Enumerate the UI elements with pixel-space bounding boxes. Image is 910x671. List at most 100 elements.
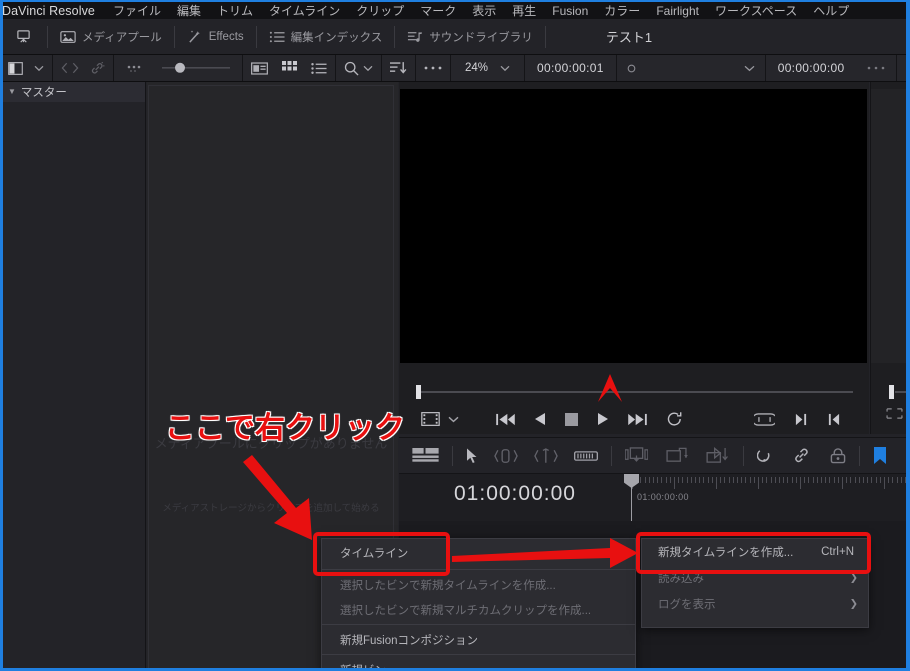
submenu-item-import[interactable]: 読み込み ❯ bbox=[642, 565, 868, 591]
trim-edit-mode-button[interactable] bbox=[494, 448, 518, 464]
angle-brackets-icon[interactable] bbox=[61, 62, 79, 74]
viewer-video-canvas[interactable] bbox=[400, 89, 867, 363]
chevron-down-icon[interactable]: ▼ bbox=[8, 88, 16, 96]
fit-window-button[interactable] bbox=[754, 412, 775, 426]
menu-item-edit[interactable]: 編集 bbox=[169, 2, 209, 19]
menu-item-timeline[interactable]: タイムライン bbox=[261, 2, 348, 19]
dot-icon bbox=[162, 62, 230, 74]
scrubber-handle[interactable] bbox=[416, 385, 421, 399]
effects-wand-icon bbox=[187, 29, 203, 44]
sort-icon bbox=[390, 61, 407, 75]
menu-item-fusion[interactable]: Fusion bbox=[544, 4, 596, 18]
home-button[interactable] bbox=[0, 19, 47, 55]
chevron-right-icon: ❯ bbox=[849, 598, 858, 610]
chevron-down-icon[interactable] bbox=[448, 416, 459, 423]
submenu-item-show-log[interactable]: ログを表示 ❯ bbox=[642, 591, 868, 617]
pool-more-options-button[interactable] bbox=[416, 55, 451, 81]
menu-separator bbox=[322, 569, 635, 570]
list-view-icon[interactable] bbox=[311, 62, 327, 75]
play-reverse-button[interactable] bbox=[534, 412, 546, 426]
viewer-zoom-level: 24% bbox=[465, 62, 489, 74]
menu-item-playback[interactable]: 再生 bbox=[504, 2, 544, 19]
timeline-view-options-button[interactable] bbox=[412, 448, 439, 463]
sound-library-button[interactable]: サウンドライブラリ bbox=[395, 19, 545, 55]
flag-button[interactable] bbox=[873, 446, 887, 465]
chevron-down-icon bbox=[500, 65, 510, 72]
pool-thumbnail-size-group bbox=[114, 55, 243, 81]
window-left-accent bbox=[0, 0, 3, 671]
context-menu-item-label: タイムライン bbox=[340, 548, 409, 560]
media-pool-icon bbox=[60, 30, 76, 44]
place-on-top-button[interactable] bbox=[706, 447, 730, 464]
jump-to-first-frame-button[interactable] bbox=[496, 413, 515, 426]
insert-clip-button[interactable] bbox=[625, 447, 648, 464]
menu-item-trim[interactable]: トリム bbox=[209, 2, 261, 19]
snapping-button[interactable] bbox=[757, 448, 773, 464]
menu-item-help[interactable]: ヘルプ bbox=[805, 2, 857, 19]
scrubber-track bbox=[421, 391, 853, 393]
timeline-header: 01:00:00:00 01:00:00:00 bbox=[399, 474, 910, 521]
effects-label: Effects bbox=[208, 30, 244, 43]
viewer-clip-selector[interactable] bbox=[617, 55, 766, 81]
dynamic-trim-mode-button[interactable] bbox=[534, 447, 558, 464]
selection-mode-button[interactable] bbox=[466, 448, 478, 464]
mark-in-button[interactable] bbox=[827, 413, 841, 426]
viewer-zoom-control[interactable]: 24% bbox=[451, 55, 526, 81]
timeline-flag-group bbox=[860, 446, 900, 465]
loop-button[interactable] bbox=[666, 411, 683, 427]
context-menu-item-create-multicam-from-bin[interactable]: 選択したビンで新規マルチカムクリップを作成... bbox=[322, 597, 635, 622]
menu-item-file[interactable]: ファイル bbox=[105, 2, 169, 19]
viewer-options-button[interactable] bbox=[856, 55, 898, 81]
timeline-current-timecode[interactable]: 01:00:00:00 bbox=[454, 482, 576, 506]
menu-item-view[interactable]: 表示 bbox=[464, 2, 504, 19]
secondary-scrubber-handle[interactable] bbox=[889, 385, 894, 399]
menu-item-clip[interactable]: クリップ bbox=[348, 2, 412, 19]
timeline-ruler[interactable]: 01:00:00:00 bbox=[631, 474, 909, 521]
grid-view-icon[interactable] bbox=[282, 61, 297, 75]
bin-item-master[interactable]: ▼ マスター bbox=[0, 82, 145, 102]
pool-search-button[interactable] bbox=[336, 55, 382, 81]
menu-item-color[interactable]: カラー bbox=[596, 2, 648, 19]
media-pool-button[interactable]: メディアプール bbox=[48, 19, 174, 55]
chevron-down-icon[interactable] bbox=[744, 65, 755, 72]
effects-button[interactable]: Effects bbox=[175, 19, 256, 55]
viewer-timecode-in[interactable]: 00:00:00:01 bbox=[525, 55, 617, 81]
chevron-down-icon[interactable] bbox=[34, 65, 44, 72]
submenu-item-create-new-timeline[interactable]: 新規タイムラインを作成... Ctrl+N bbox=[642, 539, 868, 565]
linked-selection-button[interactable] bbox=[793, 448, 810, 463]
viewer-timecode-out[interactable]: 00:00:00:00 bbox=[766, 55, 857, 81]
stop-button[interactable] bbox=[565, 412, 578, 426]
mark-out-button[interactable] bbox=[794, 413, 808, 426]
context-menu-item-create-timeline-from-bin[interactable]: 選択したビンで新規タイムラインを作成... bbox=[322, 572, 635, 597]
jump-to-last-frame-button[interactable] bbox=[628, 413, 647, 426]
context-menu-item-new-fusion-composition[interactable]: 新規Fusionコンポジション bbox=[322, 627, 635, 652]
timeline-viewer-panel bbox=[399, 82, 869, 434]
menu-item-fairlight[interactable]: Fairlight bbox=[648, 4, 707, 18]
secondary-fit-window-button[interactable] bbox=[885, 407, 904, 425]
timeline-playhead[interactable] bbox=[624, 474, 639, 521]
ellipsis-icon[interactable] bbox=[126, 63, 142, 73]
play-forward-button[interactable] bbox=[597, 412, 609, 426]
context-menu-item-timeline[interactable]: タイムライン ❯ bbox=[322, 539, 635, 567]
lock-track-button[interactable] bbox=[830, 447, 846, 464]
timeline-options-group bbox=[744, 447, 859, 464]
secondary-viewer-canvas[interactable] bbox=[871, 89, 910, 363]
context-menu-item-label: 選択したビンで新規タイムラインを作成... bbox=[340, 579, 556, 592]
source-viewer-icon[interactable] bbox=[421, 412, 440, 426]
menu-item-mark[interactable]: マーク bbox=[412, 2, 464, 19]
viewer-scrubber[interactable] bbox=[399, 381, 869, 403]
overwrite-clip-button[interactable] bbox=[666, 447, 688, 464]
metadata-view-icon[interactable] bbox=[251, 61, 268, 75]
app-name-label: DaVinci Resolve bbox=[2, 3, 95, 18]
sound-library-icon bbox=[407, 30, 423, 44]
blade-edit-mode-button[interactable] bbox=[574, 449, 598, 463]
search-icon bbox=[344, 61, 359, 76]
menu-separator bbox=[322, 624, 635, 625]
menu-item-workspace[interactable]: ワークスペース bbox=[707, 2, 805, 19]
pool-sort-button[interactable] bbox=[382, 55, 416, 81]
media-pool-label: メディアプール bbox=[82, 31, 162, 44]
pool-code-link-group bbox=[53, 55, 114, 81]
pool-view-toggle-button[interactable] bbox=[0, 55, 53, 81]
edit-index-button[interactable]: 編集インデックス bbox=[257, 19, 395, 55]
broken-link-icon[interactable] bbox=[90, 61, 105, 75]
